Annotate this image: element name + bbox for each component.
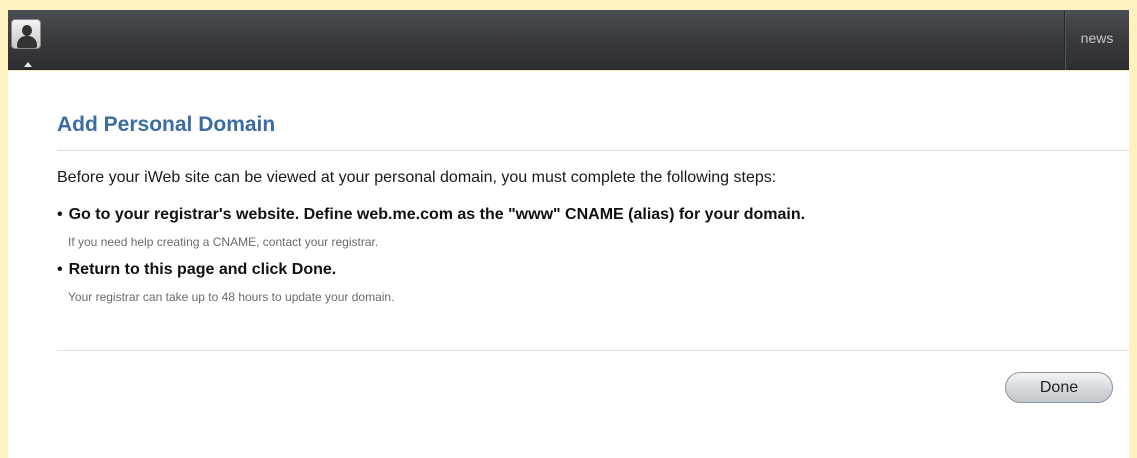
step-text: Return to this page and click Done. bbox=[68, 261, 337, 278]
step-note: Your registrar can take up to 48 hours t… bbox=[68, 290, 395, 304]
step-text: Go to your registrar's website. Define w… bbox=[68, 206, 806, 223]
add-domain-panel: Add Personal Domain Before your iWeb sit… bbox=[8, 71, 1129, 458]
page-title: Add Personal Domain bbox=[57, 113, 276, 136]
footer-divider bbox=[57, 350, 1129, 351]
caret-up-icon bbox=[24, 62, 32, 67]
done-button[interactable]: Done bbox=[1005, 372, 1113, 403]
user-silhouette-icon[interactable] bbox=[11, 19, 41, 49]
step-item: • Return to this page and click Done. bbox=[57, 261, 336, 279]
top-toolbar: news bbox=[8, 10, 1129, 70]
step-note: If you need help creating a CNAME, conta… bbox=[68, 235, 379, 249]
bullet: • bbox=[57, 206, 63, 223]
bullet: • bbox=[57, 261, 63, 278]
step-item: • Go to your registrar's website. Define … bbox=[57, 206, 805, 224]
title-divider bbox=[57, 150, 1129, 151]
intro-text: Before your iWeb site can be viewed at y… bbox=[57, 169, 777, 186]
avatar-body bbox=[17, 36, 37, 48]
news-tab[interactable]: news bbox=[1064, 10, 1129, 70]
app-window: news Add Personal Domain Before your iWe… bbox=[0, 0, 1137, 458]
avatar-head bbox=[22, 25, 32, 36]
